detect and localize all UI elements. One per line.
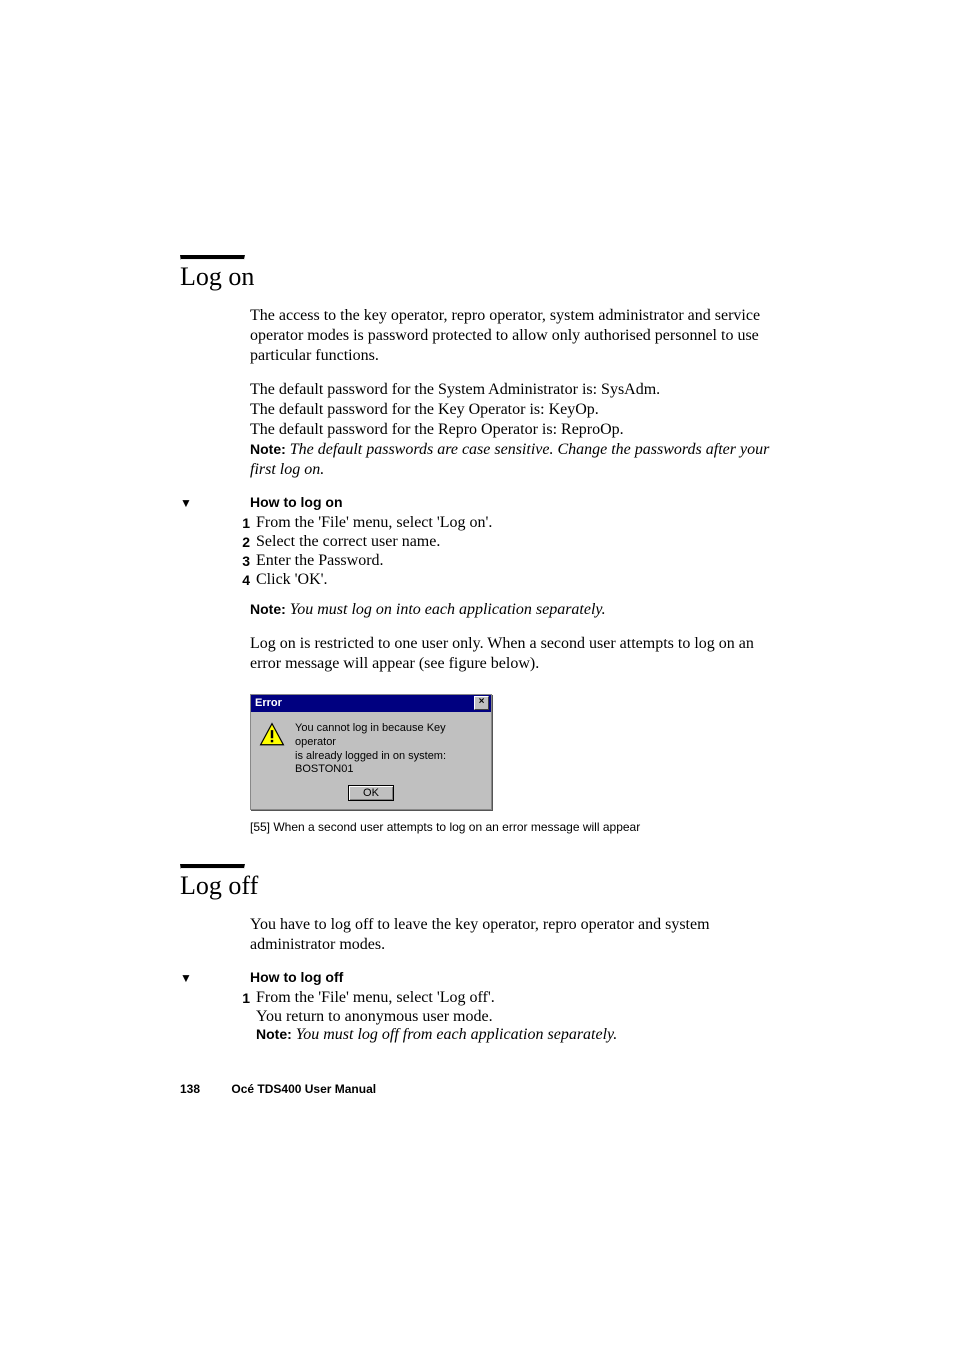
dialog-message: You cannot log in because Key operator i… [295, 722, 483, 777]
warning-icon [259, 722, 285, 751]
triangle-down-icon: ▼ [180, 496, 192, 511]
body-text: You have to log off to leave the key ope… [250, 915, 774, 955]
pw-reproop-line: The default password for the Repro Opera… [250, 421, 624, 438]
body-text: Note: You must log on into each applicat… [250, 600, 774, 674]
heading-log-on: Log on [180, 262, 774, 292]
step-text: Enter the Password. [256, 552, 384, 570]
step-text: From the 'File' menu, select 'Log off'. [256, 989, 495, 1007]
dialog-title: Error [255, 697, 282, 709]
dialog-msg-line2: is already logged in on system: BOSTON01 [295, 750, 446, 776]
step-subtext: You return to anonymous user mode. [256, 1008, 774, 1026]
note-text: The default passwords are case sensitive… [250, 441, 769, 478]
ok-button[interactable]: OK [348, 785, 394, 801]
note-label: Note: [250, 601, 286, 617]
page-number: 138 [180, 1082, 200, 1096]
step-row: 1 From the 'File' menu, select 'Log on'. [226, 514, 774, 532]
heading-log-off: Log off [180, 871, 774, 901]
page-content: Log on The access to the key operator, r… [0, 0, 954, 1351]
note-paragraph: Note: You must log off from each applica… [256, 1026, 774, 1044]
default-passwords: The default password for the System Admi… [250, 380, 774, 480]
note-text: You must log on into each application se… [290, 601, 606, 618]
step-text: Select the correct user name. [256, 533, 440, 551]
step-text: Click 'OK'. [256, 571, 328, 589]
figure-caption: [55] When a second user attempts to log … [250, 820, 774, 834]
step-number: 4 [226, 571, 250, 589]
heading-rule [180, 255, 245, 260]
step-row: 4 Click 'OK'. [226, 571, 774, 589]
page-footer: 138 Océ TDS400 User Manual [180, 1082, 376, 1096]
note-paragraph: Note: You must log on into each applicat… [250, 600, 774, 620]
error-dialog: Error × You cannot log in because Key op… [250, 694, 492, 810]
triangle-down-icon: ▼ [180, 971, 192, 986]
section-log-on: Log on The access to the key operator, r… [180, 255, 774, 834]
manual-title: Océ TDS400 User Manual [231, 1082, 376, 1096]
step-row: 3 Enter the Password. [226, 552, 774, 570]
pw-sysadmin-line: The default password for the System Admi… [250, 381, 660, 398]
dialog-titlebar: Error × [251, 695, 491, 712]
step-number: 1 [226, 514, 250, 532]
step-row: 2 Select the correct user name. [226, 533, 774, 551]
step-row: 1 From the 'File' menu, select 'Log off'… [226, 989, 774, 1007]
dialog-body: You cannot log in because Key operator i… [251, 712, 491, 783]
step-number: 2 [226, 533, 250, 551]
note-label: Note: [250, 441, 286, 457]
close-icon[interactable]: × [474, 696, 489, 710]
intro-paragraph: You have to log off to leave the key ope… [250, 915, 774, 955]
pw-keyop-line: The default password for the Key Operato… [250, 401, 599, 418]
intro-paragraph: The access to the key operator, repro op… [250, 306, 774, 366]
step-text: From the 'File' menu, select 'Log on'. [256, 514, 492, 532]
dialog-buttons: OK [251, 783, 491, 809]
procedure-log-on: ▼ How to log on 1 From the 'File' menu, … [180, 494, 774, 589]
step-number: 3 [226, 552, 250, 570]
step-number: 1 [226, 989, 250, 1007]
section-log-off: Log off You have to log off to leave the… [180, 864, 774, 1044]
note-text: You must log off from each application s… [296, 1026, 617, 1043]
dialog-msg-line1: You cannot log in because Key operator [295, 722, 446, 748]
heading-rule [180, 864, 245, 869]
note-label: Note: [256, 1026, 292, 1042]
body-text: The access to the key operator, repro op… [250, 306, 774, 480]
procedure-log-off: ▼ How to log off 1 From the 'File' menu,… [180, 969, 774, 1044]
restriction-paragraph: Log on is restricted to one user only. W… [250, 634, 774, 674]
procedure-title: How to log on [250, 494, 774, 510]
procedure-title: How to log off [250, 969, 774, 985]
